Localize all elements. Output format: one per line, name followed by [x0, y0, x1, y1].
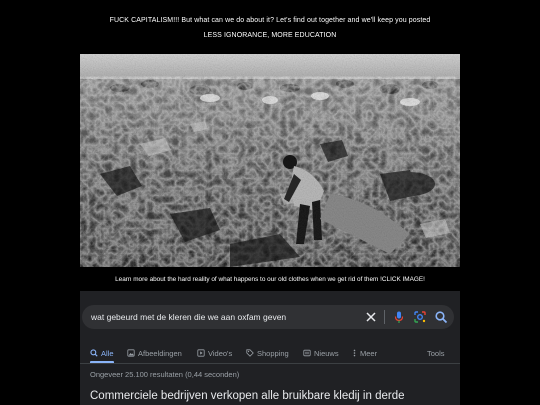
tag-icon	[246, 349, 254, 357]
tab-label: Nieuws	[314, 348, 339, 358]
google-search-screenshot: wat gebeurd met de kleren die we aan oxf…	[80, 291, 460, 405]
search-bar[interactable]: wat gebeurd met de kleren die we aan oxf…	[82, 305, 454, 329]
result-stats: Ongeveer 25.100 resultaten (0,44 seconde…	[90, 370, 240, 379]
tab-label: Meer	[360, 348, 378, 358]
subheadline: LESS IGNORANCE, MORE EDUCATION	[203, 32, 337, 39]
search-icon	[90, 349, 98, 357]
close-icon[interactable]	[364, 310, 378, 324]
page: FUCK CAPITALISM!!! But what can we do ab…	[0, 0, 540, 405]
search-query[interactable]: wat gebeurd met de kleren die we aan oxf…	[91, 312, 286, 322]
search-divider	[384, 310, 385, 324]
tab-nieuws[interactable]: Nieuws	[303, 345, 339, 361]
tab-label: Shopping	[257, 348, 289, 358]
tab-meer[interactable]: Meer	[352, 345, 377, 361]
landfill-photo	[80, 54, 460, 267]
landfill-photo-link[interactable]	[80, 54, 460, 267]
more-icon	[353, 349, 356, 357]
microphone-icon[interactable]	[392, 310, 406, 324]
tab-afbeeldingen[interactable]: Afbeeldingen	[127, 345, 182, 361]
result-title-link[interactable]: Commerciele bedrijven verkopen alle brui…	[90, 390, 405, 402]
tabs-divider	[80, 363, 460, 364]
headline: FUCK CAPITALISM!!! But what can we do ab…	[109, 17, 431, 24]
lens-icon[interactable]	[413, 310, 427, 324]
tab-label: Alle	[101, 348, 114, 358]
tab-alle[interactable]: Alle	[90, 345, 114, 361]
search-tabs: Alle Afbeeldingen Video's Shopping Nieuw…	[80, 345, 460, 361]
tab-label: Afbeeldingen	[138, 348, 182, 358]
search-icon[interactable]	[434, 310, 448, 324]
play-icon	[197, 349, 205, 357]
tab-shopping[interactable]: Shopping	[246, 345, 289, 361]
photo-caption[interactable]: Learn more about the hard reality of wha…	[0, 276, 540, 283]
tools-button[interactable]: Tools	[427, 345, 445, 361]
tab-videos[interactable]: Video's	[197, 345, 232, 361]
image-icon	[127, 349, 135, 357]
news-icon	[303, 349, 311, 357]
tools-label: Tools	[427, 348, 445, 358]
tab-label: Video's	[208, 348, 233, 358]
